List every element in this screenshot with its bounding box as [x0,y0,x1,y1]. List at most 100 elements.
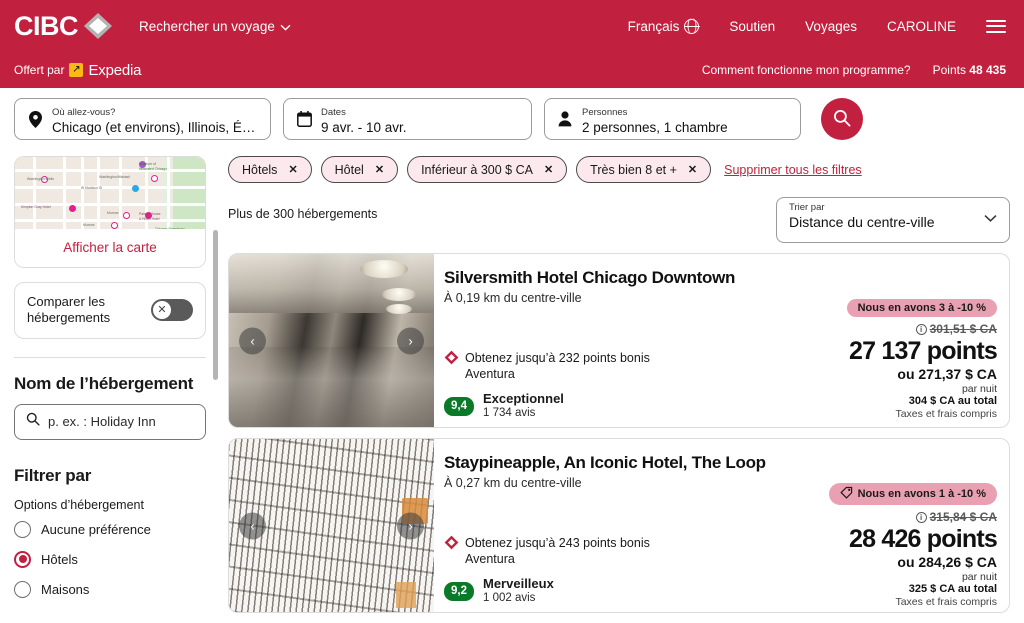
radio-hotels-label: Hôtels [41,551,78,567]
sidebar-divider [14,356,206,358]
show-map-button[interactable]: Afficher la carte [15,229,205,267]
radio-circle-selected-icon [14,550,31,568]
chevron-left-icon: ‹ [250,518,255,533]
info-icon[interactable]: i [915,511,927,523]
compare-properties-card: Comparer les hébergements ✕ [14,282,206,339]
nav-search-trip[interactable]: Rechercher un voyage [139,19,291,34]
search-icon [833,109,851,130]
bonus-points-row: Obtenez jusqu’à 232 points bonis Aventur… [444,350,680,383]
sort-by-label: Trier par [789,202,825,213]
hotel-pricing: Nous en avons 1 à -10 % i 315,84 $ CA 28… [747,483,998,608]
filters-sidebar: Washington/Wells Washington/Wabash W Madis… [0,150,220,623]
hotel-image-carousel[interactable]: ‹ › [229,254,434,427]
carousel-prev-button[interactable]: ‹ [239,327,266,354]
filter-chip-price[interactable]: Inférieur à 300 $ CA ✕ [407,156,568,183]
radio-hotels[interactable]: Hôtels [14,550,206,568]
rating-review-count[interactable]: 1 002 avis [483,592,554,606]
search-bar: Où allez-vous? Chicago (et environs), Il… [0,88,1024,150]
sort-by-select[interactable]: Trier par Distance du centre-ville [776,197,1010,243]
map-label: Palmer House [139,212,161,216]
dates-value: 9 avr. - 10 avr. [321,119,407,135]
map-label: W Madison St [81,186,103,190]
map-label: Museum of [139,162,156,166]
header-secondary-row: Offert par ↗ Expedia Comment fonctionne … [0,52,1024,88]
close-icon[interactable]: ✕ [288,163,297,176]
map-thumbnail[interactable]: Washington/Wells Washington/Wabash W Madis… [15,157,205,229]
carousel-next-button[interactable]: › [397,327,424,354]
expedia-brand-name: Expedia [88,61,142,79]
chevron-down-icon [280,19,291,34]
chevron-right-icon: › [408,518,413,533]
filter-chip-rating[interactable]: Très bien 8 et + ✕ [576,156,712,183]
close-icon[interactable]: ✕ [375,163,384,176]
results-count-text: Plus de 300 hébergements [228,207,378,221]
destination-value: Chicago (et environs), Illinois, Éta... [52,119,258,135]
info-icon[interactable]: i [915,323,927,335]
filter-chip-hotel[interactable]: Hôtel ✕ [320,156,399,183]
radio-circle-icon [14,580,31,598]
sidebar-scrollbar[interactable] [213,230,218,380]
hamburger-icon[interactable] [986,19,1006,33]
radio-houses[interactable]: Maisons [14,580,206,598]
property-name-input[interactable]: p. ex. : Holiday Inn [14,403,206,440]
search-icon [26,412,40,431]
property-name-heading: Nom de l’hébergement [14,373,194,393]
compare-properties-toggle[interactable]: ✕ [151,299,193,322]
map-card[interactable]: Washington/Wells Washington/Wabash W Madis… [14,156,206,268]
close-icon[interactable]: ✕ [544,163,553,176]
hotel-image-carousel[interactable]: ‹ › [229,439,434,612]
rating-word: Merveilleux [483,576,554,591]
header-primary-row: CIBC Rechercher un voyage Français Souti… [0,0,1024,52]
per-night-label: par nuit [961,383,997,395]
aventura-diamond-icon [444,535,459,568]
program-info-link[interactable]: Comment fonctionne mon programme? [702,63,911,77]
price-tag-icon [839,486,853,502]
cash-price: ou 271,37 $ CA [897,366,997,382]
search-submit-button[interactable] [821,98,863,140]
hotel-name[interactable]: Staypineapple, An Iconic Hotel, The Loop [444,453,995,473]
bonus-points-text: Obtenez jusqu’à 232 points bonis Aventur… [465,351,650,382]
hotel-card[interactable]: ‹ › Staypineapple, An Iconic Hotel, The … [228,438,1010,613]
deal-badge-label: Nous en avons 1 à -10 % [857,488,986,500]
deal-badge-label: Nous en avons 3 à -10 % [857,302,986,314]
carousel-prev-button[interactable]: ‹ [239,512,266,539]
app-header: CIBC Rechercher un voyage Français Souti… [0,0,1024,88]
cash-price: ou 284,26 $ CA [897,554,997,570]
chevron-down-icon [984,209,997,227]
hotel-card[interactable]: ‹ › Silversmith Hotel Chicago Downtown À… [228,253,1010,428]
map-label: A Hilton Hotel [139,217,160,221]
hotel-rating: 9,4 Exceptionnel 1 734 avis [444,391,564,421]
rating-review-count[interactable]: 1 734 avis [483,407,564,421]
radio-no-preference[interactable]: Aucune préférence [14,520,206,538]
chevron-left-icon: ‹ [250,333,255,348]
hotel-name[interactable]: Silversmith Hotel Chicago Downtown [444,268,995,288]
language-label: Français [627,18,680,34]
points-label: Points [932,63,966,77]
language-switcher[interactable]: Français [627,18,700,34]
offered-by-label: Offert par [14,63,65,77]
dates-field[interactable]: Dates 9 avr. - 10 avr. [283,98,532,140]
rating-word: Exceptionnel [483,391,564,406]
deal-badge: Nous en avons 3 à -10 % [846,299,997,317]
toggle-knob-off-icon: ✕ [153,301,171,320]
nav-item-support[interactable]: Soutien [729,19,775,34]
property-name-placeholder: p. ex. : Holiday Inn [48,414,156,429]
close-icon[interactable]: ✕ [688,163,697,176]
nav-item-trips[interactable]: Voyages [805,19,857,34]
page-body: Washington/Wells Washington/Wabash W Madis… [0,150,1024,623]
destination-field[interactable]: Où allez-vous? Chicago (et environs), Il… [14,98,271,140]
clear-all-filters-link[interactable]: Supprimer tous les filtres [724,163,862,177]
person-icon [557,111,573,127]
nav-item-account[interactable]: CAROLINE [887,19,956,34]
taxes-note: Taxes et frais compris [895,408,997,420]
map-label: Washington/Wabash [99,175,131,179]
offered-by-expedia: Offert par ↗ Expedia [14,62,141,79]
map-label: Kimpton Gray Hotel [21,205,51,209]
travelers-field[interactable]: Personnes 2 personnes, 1 chambre [544,98,801,140]
per-night-label: par nuit [961,571,997,583]
expedia-arrow-icon: ↗ [69,63,84,77]
travelers-value: 2 personnes, 1 chambre [582,119,728,135]
cibc-logo[interactable]: CIBC [14,12,113,40]
filter-chip-hotels[interactable]: Hôtels ✕ [228,156,312,183]
carousel-next-button[interactable]: › [397,512,424,539]
